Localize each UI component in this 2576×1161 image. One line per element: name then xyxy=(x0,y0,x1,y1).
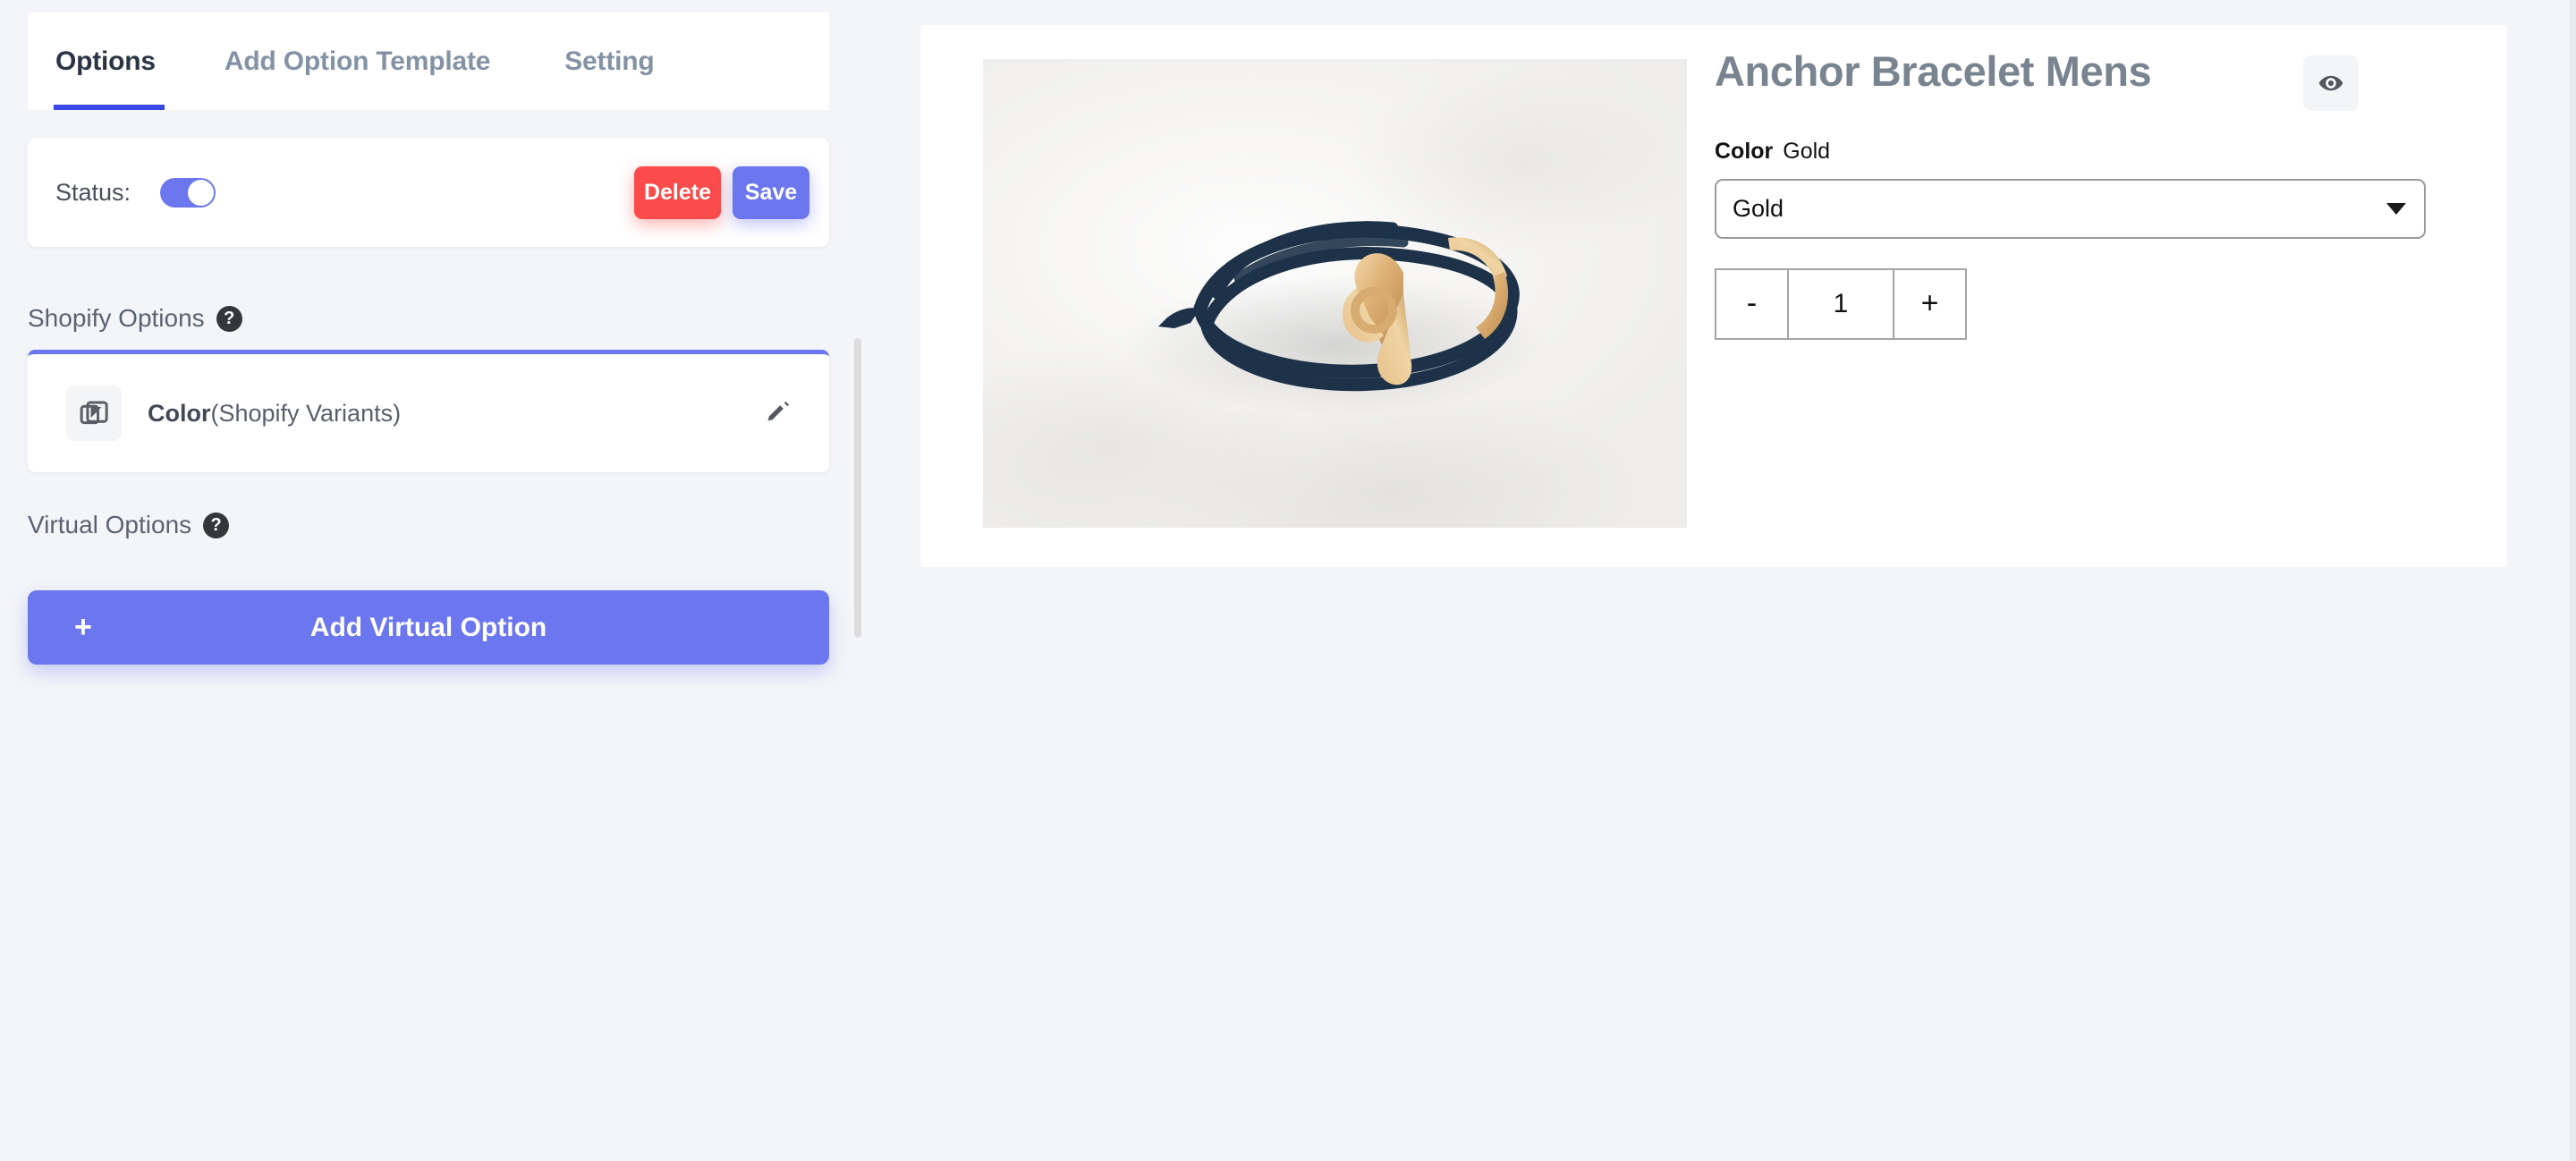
options-left-panel: Options Add Option Template Setting Stat… xyxy=(28,13,829,665)
tab-bar: Options Add Option Template Setting xyxy=(28,13,829,110)
eye-icon[interactable] xyxy=(2303,55,2359,111)
variant-icon xyxy=(66,386,122,441)
status-actions: Delete Save xyxy=(634,165,809,219)
status-card: Status: Delete Save xyxy=(28,138,829,247)
quantity-decrement-button[interactable]: - xyxy=(1715,267,1788,340)
shopify-option-suffix: (Shopify Variants) xyxy=(210,399,402,427)
virtual-options-header: Virtual Options ? xyxy=(28,511,829,539)
pencil-icon[interactable] xyxy=(758,393,799,434)
shopify-option-row[interactable]: Color(Shopify Variants) xyxy=(28,350,829,472)
product-image xyxy=(983,59,1687,528)
status-toggle[interactable] xyxy=(160,177,216,208)
selected-option-summary: Color Gold xyxy=(1715,139,2394,165)
shopify-options-header: Shopify Options ? xyxy=(28,304,829,333)
virtual-options-title: Virtual Options xyxy=(28,511,192,538)
color-select[interactable]: Gold xyxy=(1715,178,2426,239)
product-preview-panel: Anchor Bracelet Mens Color Gold Gold - 1 … xyxy=(920,25,2507,567)
options-panel-scrollbar[interactable] xyxy=(854,338,861,638)
save-button[interactable]: Save xyxy=(733,165,809,219)
add-virtual-option-button[interactable]: + Add Virtual Option xyxy=(28,590,829,665)
product-info: Anchor Bracelet Mens Color Gold Gold - 1 … xyxy=(1715,47,2426,340)
option-label: Color xyxy=(1715,138,1774,164)
status-label: Status: xyxy=(55,178,131,206)
delete-button[interactable]: Delete xyxy=(634,165,721,219)
help-icon[interactable]: ? xyxy=(216,305,242,332)
page-scrollbar[interactable] xyxy=(2570,0,2576,1161)
plus-icon: + xyxy=(74,610,92,644)
shopify-options-title: Shopify Options xyxy=(28,304,205,332)
quantity-stepper: - 1 + xyxy=(1715,267,1981,340)
color-select-value: Gold xyxy=(1733,194,1784,222)
add-virtual-option-label: Add Virtual Option xyxy=(309,612,547,642)
help-icon[interactable]: ? xyxy=(203,512,230,538)
quantity-increment-button[interactable]: + xyxy=(1894,267,1967,340)
toggle-knob xyxy=(188,179,215,206)
app-root: Options Add Option Template Setting Stat… xyxy=(0,0,2576,1161)
tab-add-option-template[interactable]: Add Option Template xyxy=(225,13,491,110)
tab-setting[interactable]: Setting xyxy=(564,13,654,110)
shopify-option-label: Color(Shopify Variants) xyxy=(148,400,401,428)
quantity-input[interactable]: 1 xyxy=(1788,267,1894,340)
active-tab-indicator xyxy=(54,105,165,110)
chevron-down-icon xyxy=(2386,202,2406,215)
page-title: Anchor Bracelet Mens xyxy=(1715,47,2152,95)
shopify-option-name: Color xyxy=(148,399,211,427)
option-value: Gold xyxy=(1783,138,1831,164)
tab-options[interactable]: Options xyxy=(55,13,156,110)
